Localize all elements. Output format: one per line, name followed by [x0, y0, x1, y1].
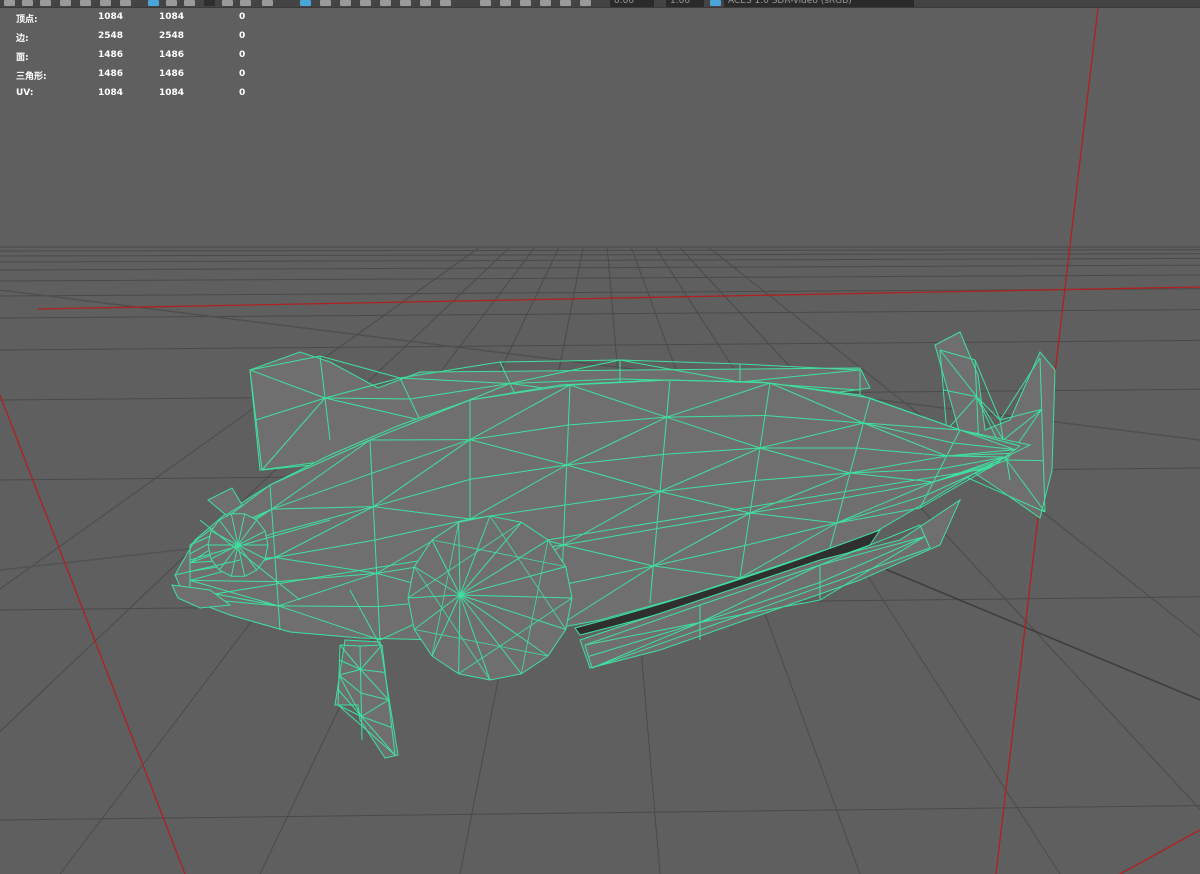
grid-line — [0, 274, 1200, 282]
hud-label: 面: — [16, 53, 29, 63]
hud-value: 1486 — [159, 69, 185, 79]
hud-value: 1486 — [98, 50, 124, 60]
grid-line — [0, 339, 1200, 351]
hud-row-vertices: 顶点: 1084 1084 0 — [16, 12, 256, 31]
pelvic-fin-edge — [359, 645, 361, 670]
grid-line — [0, 309, 1200, 319]
hud-value: 0 — [239, 69, 246, 79]
scene-canvas[interactable] — [0, 0, 1200, 874]
hud-value: 1486 — [98, 69, 124, 79]
hud-row-uvs: UV: 1084 1084 0 — [16, 88, 256, 107]
x-axis-line — [37, 286, 1200, 310]
pelvic-fin-edge — [338, 659, 340, 676]
hud-value: 0 — [239, 50, 246, 60]
hud-value: 1486 — [159, 50, 185, 60]
pelvic-fin-edge — [337, 689, 339, 706]
3d-viewport[interactable]: 顶点: 1084 1084 0 边: 2548 2548 0 面: 1486 1… — [0, 7, 1200, 874]
hud-label: 三角形: — [16, 72, 47, 82]
hud-value: 0 — [239, 12, 246, 22]
pelvic-fin-edge — [339, 644, 341, 661]
hud-label: UV: — [16, 88, 34, 98]
hud-value: 1084 — [98, 12, 124, 22]
axis-line — [1119, 829, 1200, 874]
hud-value: 2548 — [159, 31, 185, 41]
hud-value: 0 — [239, 88, 246, 98]
pelvic-fin-edge — [338, 674, 340, 691]
hud-value: 2548 — [98, 31, 124, 41]
hud-value: 0 — [239, 31, 246, 41]
pelvic-fin-edge — [360, 692, 362, 717]
hud-label: 边: — [16, 34, 29, 44]
fish-mesh[interactable] — [171, 331, 1056, 759]
pelvic-fin-edge — [361, 716, 363, 741]
hud-row-triangles: 三角形: 1486 1486 0 — [16, 69, 256, 88]
grid-line — [0, 253, 1200, 257]
hud-row-faces: 面: 1486 1486 0 — [16, 50, 256, 69]
pelvic-fin-edge — [360, 669, 362, 694]
hud-label: 顶点: — [16, 15, 38, 25]
hud-value: 1084 — [159, 12, 185, 22]
grid-line — [0, 249, 1200, 252]
poly-count-hud: 顶点: 1084 1084 0 边: 2548 2548 0 面: 1486 1… — [16, 12, 256, 107]
tail-fin-edge — [1006, 459, 1044, 462]
grid-line — [0, 264, 1200, 271]
hud-value: 1084 — [98, 88, 124, 98]
hud-row-edges: 边: 2548 2548 0 — [16, 31, 256, 50]
y-axis-line — [0, 394, 186, 874]
hud-value: 1084 — [159, 88, 185, 98]
grid-line — [0, 257, 1200, 263]
